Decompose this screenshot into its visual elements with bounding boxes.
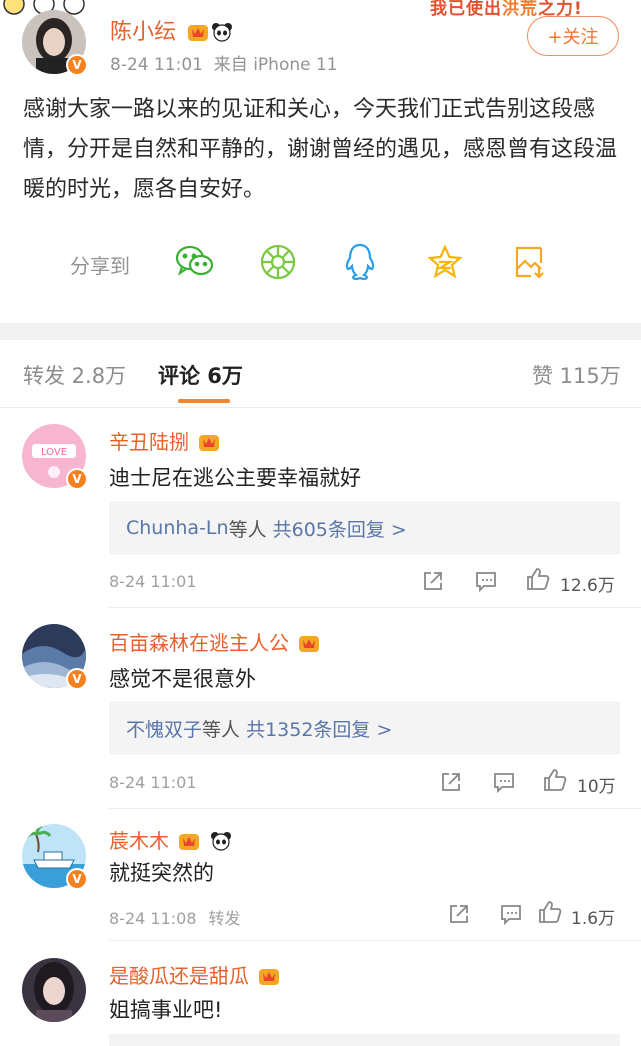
comment-user-name[interactable]: 辛丑陆捌 [109,430,189,454]
tabs-divider [0,407,641,408]
comment-avatar[interactable]: LOVE V [22,424,88,490]
comment-avatar[interactable]: V [22,624,88,690]
reply-mid: 等人 [202,718,241,741]
like-count: 12.6万 [560,576,615,596]
qzone-icon[interactable] [425,242,465,282]
reply-names[interactable]: Chunha-Ln [126,517,229,539]
verified-badge: V [66,468,88,490]
comment-user[interactable]: 莀木木 [109,825,232,854]
share-label: 分享到 [70,254,130,278]
reply-comment-icon[interactable] [475,570,497,592]
comment-time-row: 8-24 11:08 转发 [109,905,241,929]
comment-user-name[interactable]: 莀木木 [109,829,169,853]
comment-replies-box[interactable]: Chunha-Ln 等人 共605条回复 > [109,501,620,555]
share-comment-icon[interactable] [448,903,470,925]
post-author-name[interactable]: 陈小纭 [110,20,176,45]
thumbs-up-icon[interactable] [538,900,562,924]
reply-comment-icon[interactable] [500,903,522,925]
thumbs-up-icon[interactable] [526,567,550,591]
reply-names[interactable]: 不愧双子 [126,715,202,742]
comment-replies-box[interactable]: 不愧双子 等人 共1352条回复 > [109,701,620,755]
thumbs-up-icon[interactable] [543,768,567,792]
vip-crown-icon [199,435,220,451]
comment-avatar[interactable]: V [22,824,88,890]
comment-text: 迪士尼在逃公主要幸福就好 [109,466,361,490]
post-body: 感谢大家一路以来的见证和关心，今天我们正式告别这段感情，分开是自然和平静的，谢谢… [23,97,618,202]
comment-user[interactable]: 辛丑陆捌 [109,426,220,455]
reply-comment-icon[interactable] [493,771,515,793]
comment-replies-box[interactable] [109,1034,620,1046]
comment-text: 感觉不是很意外 [109,667,256,691]
comment-time: 8-24 11:01 [109,572,197,591]
comment-time: 8-24 11:08 [109,909,197,928]
reply-count-link[interactable]: 共605条回复 > [273,515,407,542]
comment-divider [109,607,641,608]
reply-count-link[interactable]: 共1352条回复 > [246,715,392,742]
wechat-icon[interactable] [175,242,215,282]
qq-icon[interactable] [340,242,380,282]
tab-comment[interactable]: 评论 6万 [158,360,243,390]
comment-divider [109,940,641,941]
verified-badge: V [66,868,88,890]
post-time: 8-24 11:01 [110,55,203,75]
post-author[interactable]: 陈小纭 [110,14,233,46]
banner-highlight: 洪荒 [502,0,538,19]
comment-avatar[interactable] [22,958,86,1022]
moments-icon[interactable] [258,242,298,282]
verified-badge: V [66,668,88,690]
post-source: 来自 iPhone 11 [213,55,338,75]
vip-crown-icon [179,834,200,850]
comment-user-name[interactable]: 百亩森林在逃主人公 [109,631,289,655]
comment-divider [109,808,641,809]
comment-user-name[interactable]: 是酸瓜还是甜瓜 [109,964,249,988]
verified-badge: V [66,54,88,76]
reply-mid: 等人 [228,518,267,541]
author-avatar[interactable]: V [22,10,88,76]
tab-repost[interactable]: 转发 2.8万 [23,360,126,390]
panda-icon [210,832,231,851]
comment-text: 就挺突然的 [109,861,214,885]
share-comment-icon[interactable] [440,771,462,793]
vip-crown-icon [259,969,280,985]
vip-crown-icon [188,25,209,41]
banner-prefix: 我已使出 [430,0,502,19]
save-image-icon[interactable] [510,242,550,282]
active-tab-indicator [178,399,230,403]
section-separator [0,323,641,340]
repost-link[interactable]: 转发 [209,909,241,928]
like-count: 1.6万 [571,909,616,929]
share-comment-icon[interactable] [422,570,444,592]
comment-text: 姐搞事业吧! [109,998,223,1022]
comment-user[interactable]: 百亩森林在逃主人公 [109,627,320,656]
like-count: 10万 [577,777,616,797]
tab-like[interactable]: 赞 115万 [532,360,621,390]
comment-time: 8-24 11:01 [109,773,197,792]
post-meta: 8-24 11:01 来自 iPhone 11 [110,50,338,75]
comment-user[interactable]: 是酸瓜还是甜瓜 [109,960,280,989]
follow-button[interactable]: +关注 [527,16,619,56]
panda-icon [212,23,233,42]
svg-text:LOVE: LOVE [41,447,67,458]
vip-crown-icon [299,636,320,652]
